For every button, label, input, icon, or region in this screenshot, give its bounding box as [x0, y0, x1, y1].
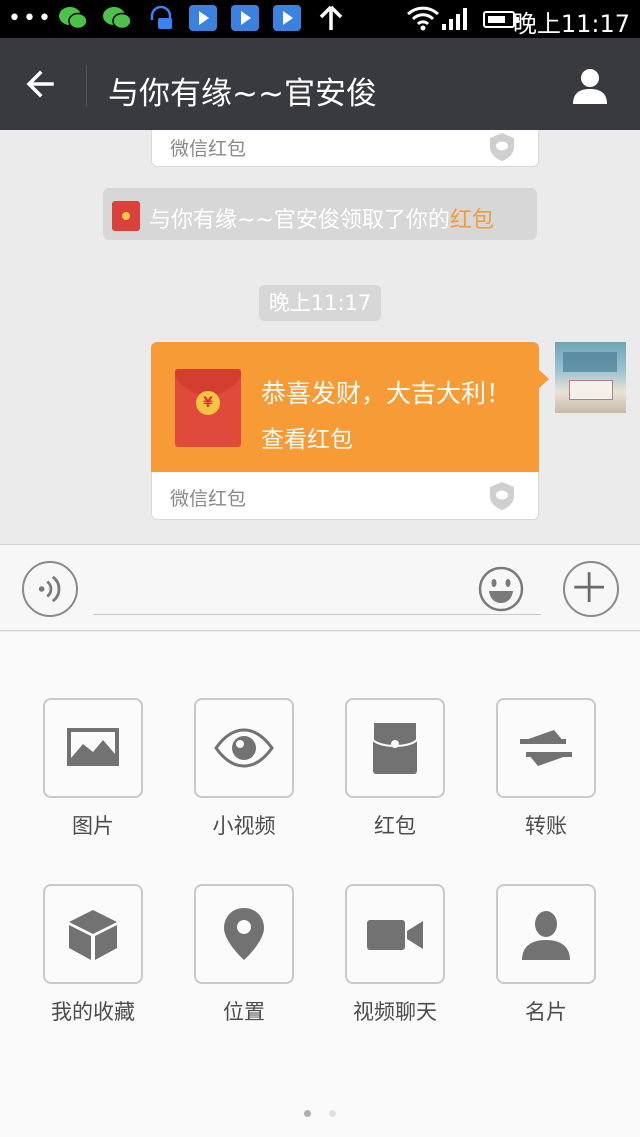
- tile-video-chat[interactable]: 视频聊天: [345, 884, 445, 1026]
- eye-icon: [214, 728, 274, 768]
- video-play-icon-3: [273, 5, 301, 31]
- chat-header: 与你有缘~~官安俊: [0, 38, 640, 130]
- message-timestamp: 晚上11:17: [259, 285, 381, 321]
- tile-transfer[interactable]: 转账: [496, 698, 596, 840]
- red-packet-footer-label: 微信红包: [170, 488, 247, 510]
- plus-icon: [574, 572, 604, 602]
- bubble-tail: [537, 368, 549, 390]
- message-input[interactable]: [93, 565, 541, 615]
- red-packet-tile-box[interactable]: [345, 698, 445, 798]
- wechat-shield-icon-2: [490, 482, 514, 510]
- red-packet-action: 查看红包: [261, 427, 353, 453]
- location-pin-icon: [224, 908, 264, 960]
- person-card-icon: [522, 911, 570, 960]
- emoji-icon[interactable]: [478, 566, 524, 612]
- tile-photos[interactable]: 图片: [43, 698, 143, 840]
- transfer-icon: [520, 730, 572, 766]
- red-packet-link[interactable]: 红包: [450, 208, 494, 233]
- more-functions-button[interactable]: [563, 561, 619, 617]
- tile-label: 我的收藏: [51, 1000, 135, 1024]
- cube-icon: [69, 910, 117, 960]
- wifi-icon: [406, 6, 440, 31]
- system-message: 与你有缘~~官安俊领取了你的红包: [103, 188, 537, 240]
- chat-messages[interactable]: 微信红包 与你有缘~~官安俊领取了你的红包 晚上11:17 ¥ 恭喜发财，大吉大…: [0, 130, 640, 544]
- red-packet-footer: 微信红包: [151, 472, 539, 520]
- chat-title: 与你有缘~~官安俊: [108, 76, 377, 112]
- favorites-tile-box[interactable]: [43, 884, 143, 984]
- tile-favorites[interactable]: 我的收藏: [43, 884, 143, 1026]
- my-avatar[interactable]: [555, 342, 626, 413]
- wechat-shield-icon: [490, 133, 514, 161]
- status-bar: ••• 晚上11:17: [0, 0, 640, 38]
- video-play-icon-2: [231, 5, 259, 31]
- tile-label: 红包: [374, 814, 416, 838]
- signal-icon: [442, 8, 467, 30]
- red-packet-small-icon: [112, 201, 140, 231]
- function-panel: 图片 小视频 红包 转账 我的收藏 位置 视频聊天 名片: [0, 632, 640, 1137]
- short-video-tile-box[interactable]: [194, 698, 294, 798]
- location-tile-box[interactable]: [194, 884, 294, 984]
- previous-red-packet-footer[interactable]: 微信红包: [151, 130, 539, 167]
- wechat-notification-icon-2: [103, 7, 132, 30]
- tile-label: 图片: [72, 814, 114, 838]
- header-divider: [86, 66, 87, 106]
- red-packet-icon: [372, 721, 418, 774]
- red-envelope-icon: ¥: [175, 369, 241, 447]
- voice-icon: [38, 575, 61, 603]
- video-camera-icon: [367, 920, 423, 950]
- upload-arrow-icon: [319, 5, 343, 30]
- tile-label: 名片: [525, 1000, 567, 1024]
- tile-label: 转账: [525, 814, 567, 838]
- transfer-tile-box[interactable]: [496, 698, 596, 798]
- page-indicator: [0, 1102, 640, 1121]
- tile-contact-card[interactable]: 名片: [496, 884, 596, 1026]
- page-dot-active[interactable]: [304, 1110, 311, 1117]
- video-chat-tile-box[interactable]: [345, 884, 445, 984]
- tile-red-packet[interactable]: 红包: [345, 698, 445, 840]
- voice-input-button[interactable]: [22, 561, 78, 617]
- tile-label: 位置: [223, 1000, 265, 1024]
- input-bar: [0, 544, 640, 631]
- coin-icon: ¥: [196, 391, 220, 415]
- system-message-text: 与你有缘~~官安俊领取了你的: [149, 208, 450, 233]
- tile-short-video[interactable]: 小视频: [194, 698, 294, 840]
- headset-chat-icon: [150, 5, 172, 29]
- contact-card-tile-box[interactable]: [496, 884, 596, 984]
- contact-profile-icon[interactable]: [570, 66, 610, 106]
- tile-label: 小视频: [212, 814, 276, 838]
- red-packet-message[interactable]: ¥ 恭喜发财，大吉大利！ 查看红包 微信红包: [151, 342, 549, 520]
- video-play-icon: [189, 5, 217, 31]
- photo-tile-box[interactable]: [43, 698, 143, 798]
- tile-location[interactable]: 位置: [194, 884, 294, 1026]
- image-icon: [67, 728, 119, 766]
- status-time: 晚上11:17: [512, 10, 630, 38]
- battery-icon: [483, 11, 519, 28]
- previous-card-label: 微信红包: [170, 138, 247, 160]
- red-packet-body[interactable]: ¥ 恭喜发财，大吉大利！ 查看红包: [151, 342, 539, 472]
- wechat-notification-icon: [59, 7, 88, 30]
- page-dot[interactable]: [329, 1110, 336, 1117]
- more-notifications-dots: •••: [8, 6, 53, 31]
- tile-label: 视频聊天: [353, 1000, 437, 1024]
- red-packet-title: 恭喜发财，大吉大利！: [261, 379, 512, 408]
- back-arrow-icon[interactable]: [22, 64, 62, 104]
